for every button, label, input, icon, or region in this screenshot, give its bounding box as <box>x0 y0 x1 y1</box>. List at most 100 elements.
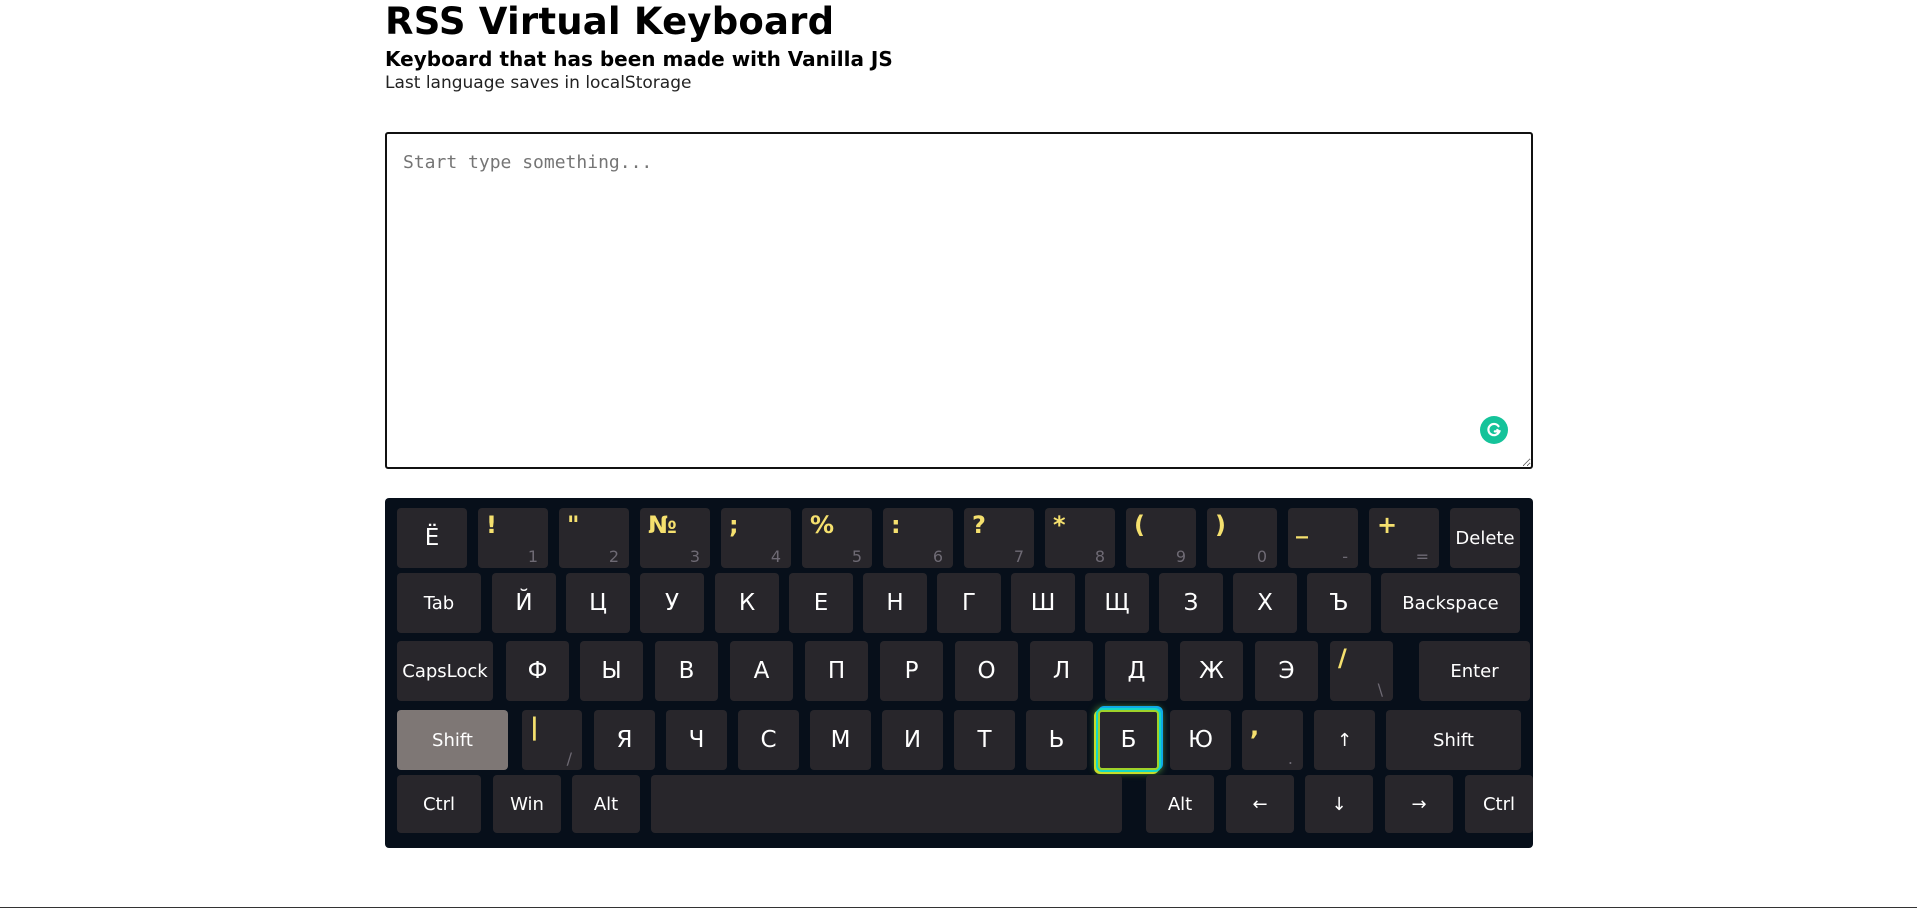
key-base-char: 1 <box>527 547 538 566</box>
key-щ[interactable]: Щ <box>1085 573 1149 633</box>
key-ё[interactable]: Ё <box>397 508 467 568</box>
key-numero[interactable]: № 3 <box>640 508 710 568</box>
key-з[interactable]: З <box>1159 573 1223 633</box>
key-label: А <box>753 658 770 684</box>
key-base-char: 7 <box>1013 547 1024 566</box>
key-quote[interactable]: " 2 <box>559 508 629 568</box>
key-arrow-down[interactable]: ↓ <box>1305 775 1373 833</box>
virtual-keyboard: Ё! 1 " 2 № 3; 4% 5:6? 7 * 8(9) 0 _ - + = Delete Tab Й Ц У К Е Н… <box>385 498 1533 848</box>
key-paren-close[interactable]: ) 0 <box>1207 508 1277 568</box>
key-б[interactable]: Б <box>1098 710 1159 770</box>
key-а[interactable]: А <box>730 641 793 701</box>
key-base-char: . <box>1287 749 1293 768</box>
keyboard-row-5: Ctrl Win Alt Alt ← ↓ → Ctrl <box>397 775 1533 833</box>
key-shift-left[interactable]: Shift <box>397 710 508 770</box>
grammarly-g-icon <box>1487 422 1501 437</box>
key-п[interactable]: П <box>805 641 868 701</box>
key-м[interactable]: М <box>810 710 871 770</box>
key-ъ[interactable]: Ъ <box>1307 573 1371 633</box>
key-shift-char: % <box>810 511 835 539</box>
key-ч[interactable]: Ч <box>666 710 727 770</box>
key-shift-char: ! <box>486 511 497 539</box>
key-delete[interactable]: Delete <box>1450 508 1520 568</box>
key-ctrl-left[interactable]: Ctrl <box>397 775 481 833</box>
key-д[interactable]: Д <box>1105 641 1168 701</box>
key-label: Ctrl <box>1482 793 1516 815</box>
key-label: Ю <box>1188 727 1213 753</box>
key-shift-char: № <box>648 511 677 539</box>
key-shift-right[interactable]: Shift <box>1386 710 1521 770</box>
keyboard-row-2: Tab Й Ц У К Е Н Г Ш Щ З Х Ъ Backspace <box>397 573 1521 633</box>
key-base-char: 4 <box>770 547 781 566</box>
key-о[interactable]: О <box>955 641 1018 701</box>
key-capslock[interactable]: CapsLock <box>397 641 493 701</box>
key-base-char: = <box>1415 547 1429 566</box>
key-н[interactable]: Н <box>863 573 927 633</box>
key-shift-char: _ <box>1296 511 1308 539</box>
key-enter[interactable]: Enter <box>1419 641 1530 701</box>
grammarly-icon[interactable] <box>1480 416 1508 444</box>
key-arrow-up[interactable]: ↑ <box>1314 710 1375 770</box>
key-э[interactable]: Э <box>1255 641 1318 701</box>
key-alt-left[interactable]: Alt <box>572 775 640 833</box>
key-ю[interactable]: Ю <box>1170 710 1231 770</box>
key-plus[interactable]: + = <box>1369 508 1439 568</box>
key-у[interactable]: У <box>640 573 704 633</box>
key-label: Й <box>515 590 533 616</box>
key-ш[interactable]: Ш <box>1011 573 1075 633</box>
key-label: Backspace <box>1402 592 1499 614</box>
key-percent[interactable]: % 5 <box>802 508 872 568</box>
key-т[interactable]: Т <box>954 710 1015 770</box>
key-label: Win <box>510 793 544 815</box>
key-г[interactable]: Г <box>937 573 1001 633</box>
key-л[interactable]: Л <box>1030 641 1093 701</box>
key-ж[interactable]: Ж <box>1180 641 1243 701</box>
key-alt-left[interactable]: Alt <box>1146 775 1214 833</box>
key-underscore[interactable]: _ - <box>1288 508 1358 568</box>
key-slash[interactable]: / \ <box>1330 641 1393 701</box>
key-ц[interactable]: Ц <box>566 573 630 633</box>
text-input-area[interactable] <box>385 132 1533 469</box>
keyboard-row-1: Ё! 1 " 2 № 3; 4% 5:6? 7 * 8(9) 0 _ - + = Delete <box>397 508 1521 568</box>
key-ь[interactable]: Ь <box>1026 710 1087 770</box>
key-и[interactable]: И <box>882 710 943 770</box>
key-shift-char: + <box>1377 511 1398 539</box>
key-label: Е <box>813 590 829 616</box>
storage-note: Last language saves in localStorage <box>385 73 692 93</box>
key-label: Ч <box>688 727 705 753</box>
key-paren-open[interactable]: (9 <box>1126 508 1196 568</box>
key-question[interactable]: ? 7 <box>964 508 1034 568</box>
key-asterisk[interactable]: * 8 <box>1045 508 1115 568</box>
key-colon[interactable]: :6 <box>883 508 953 568</box>
key-в[interactable]: В <box>655 641 718 701</box>
key-arrow-left[interactable]: ← <box>1226 775 1294 833</box>
key-backspace[interactable]: Backspace <box>1381 573 1520 633</box>
key-е[interactable]: Е <box>789 573 853 633</box>
key-ы[interactable]: Ы <box>580 641 643 701</box>
key-р[interactable]: Р <box>880 641 943 701</box>
key-label: ← <box>1252 793 1268 815</box>
key-label: Х <box>1257 590 1273 616</box>
key-я[interactable]: Я <box>594 710 655 770</box>
key-й[interactable]: Й <box>492 573 556 633</box>
page-subtitle: Keyboard that has been made with Vanilla… <box>385 47 893 71</box>
key-win[interactable]: Win <box>493 775 561 833</box>
key-comma[interactable]: ,. <box>1242 710 1303 770</box>
key-label: Щ <box>1104 590 1130 616</box>
key-ф[interactable]: Ф <box>506 641 569 701</box>
key-к[interactable]: К <box>715 573 779 633</box>
textarea-container <box>385 132 1533 469</box>
key-base-char: / <box>566 749 572 768</box>
key-exclaim[interactable]: ! 1 <box>478 508 548 568</box>
key-space[interactable] <box>651 775 1122 833</box>
key-ctrl-right[interactable]: Ctrl <box>1465 775 1533 833</box>
key-label: В <box>678 658 695 684</box>
key-label: Н <box>886 590 904 616</box>
key-pipe[interactable]: | / <box>522 710 582 770</box>
key-tab[interactable]: Tab <box>397 573 481 633</box>
key-arrow-right[interactable]: → <box>1385 775 1453 833</box>
key-semicolon[interactable]: ; 4 <box>721 508 791 568</box>
key-с[interactable]: С <box>738 710 799 770</box>
key-х[interactable]: Х <box>1233 573 1297 633</box>
page: RSS Virtual Keyboard Keyboard that has b… <box>0 0 1917 908</box>
